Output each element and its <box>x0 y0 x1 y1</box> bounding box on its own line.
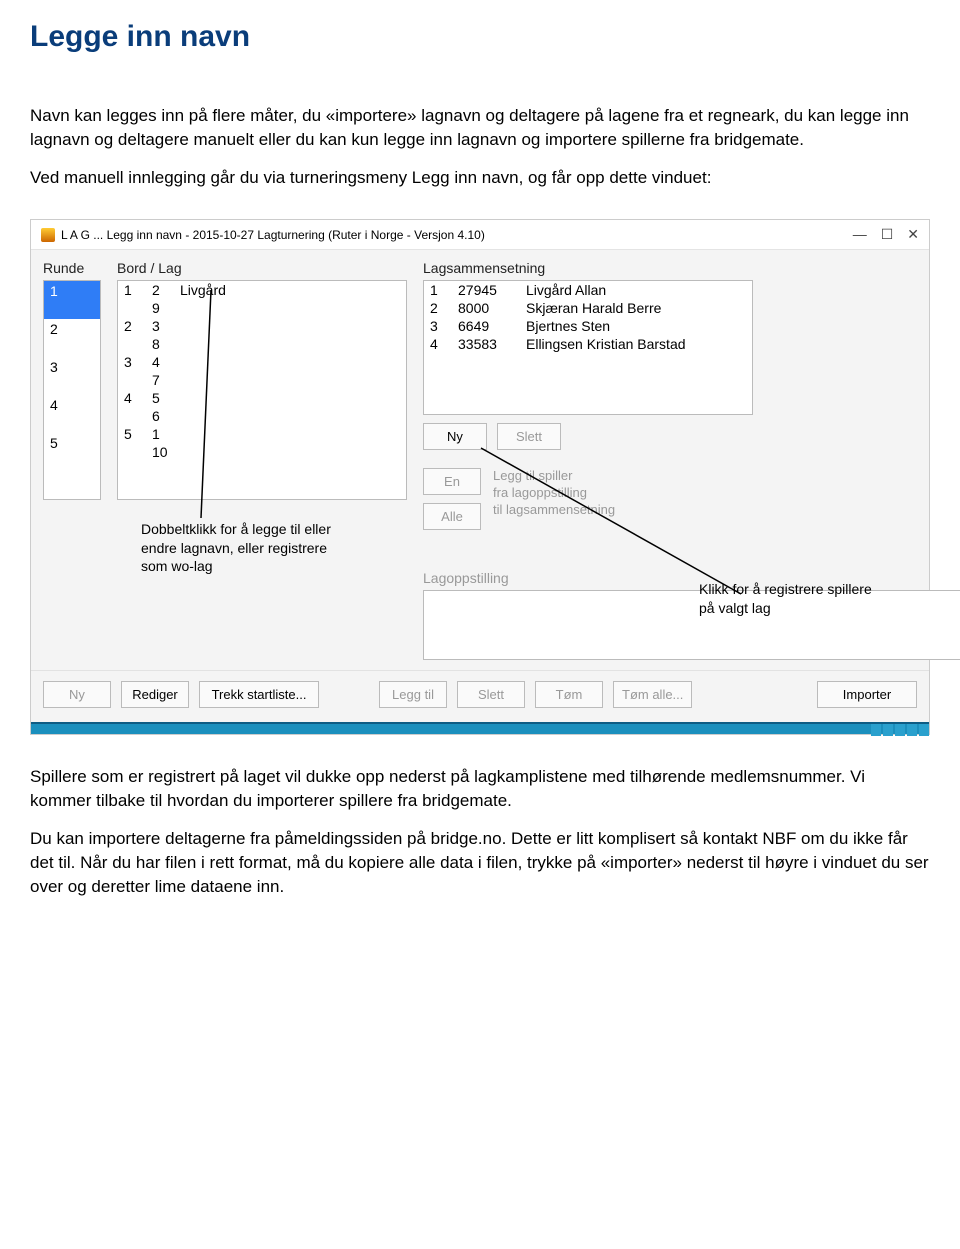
close-icon[interactable]: ✕ <box>907 226 919 243</box>
runde-row[interactable]: 3 <box>44 357 100 395</box>
bord-row[interactable]: 23 <box>118 317 406 335</box>
transfer-text: Legg til spiller fra lagoppstilling til … <box>493 468 615 519</box>
annotation-note-2: Klikk for å registrere spillere på valgt… <box>699 580 889 616</box>
bord-row[interactable]: 45 <box>118 389 406 407</box>
alle-button[interactable]: Alle <box>423 503 481 530</box>
app-window: L A G ... Legg inn navn - 2015-10-27 Lag… <box>30 219 930 735</box>
team-row[interactable]: 28000Skjæran Harald Berre <box>424 299 752 317</box>
transfer-l1: Legg til spiller <box>493 468 615 485</box>
en-button[interactable]: En <box>423 468 481 495</box>
team-row[interactable]: 127945Livgård Allan <box>424 281 752 299</box>
rediger-button[interactable]: Rediger <box>121 681 189 708</box>
runde-row[interactable]: 5 <box>44 433 100 471</box>
slett2-button[interactable]: Slett <box>457 681 525 708</box>
bord-row[interactable]: 12Livgård <box>118 281 406 299</box>
runde-row[interactable]: 2 <box>44 319 100 357</box>
runde-list[interactable]: 12345 <box>43 280 101 500</box>
tomalle-button[interactable]: Tøm alle... <box>613 681 692 708</box>
outro-p1: Spillere som er registrert på laget vil … <box>30 765 930 813</box>
bord-row[interactable]: 7 <box>118 371 406 389</box>
runde-label: Runde <box>43 260 101 276</box>
slett-button[interactable]: Slett <box>497 423 561 450</box>
team-row[interactable]: 433583Ellingsen Kristian Barstad <box>424 335 752 353</box>
trekk-button[interactable]: Trekk startliste... <box>199 681 319 708</box>
bottom-bar: Ny Rediger Trekk startliste... Legg til … <box>31 670 929 722</box>
minimize-icon[interactable]: — <box>853 226 867 243</box>
maximize-icon[interactable]: ☐ <box>881 226 894 243</box>
team-header: Lagsammensetning <box>423 260 960 276</box>
titlebar: L A G ... Legg inn navn - 2015-10-27 Lag… <box>31 220 929 250</box>
team-row[interactable]: 36649Bjertnes Sten <box>424 317 752 335</box>
window-title: L A G ... Legg inn navn - 2015-10-27 Lag… <box>61 228 485 242</box>
bord-row[interactable]: 10 <box>118 443 406 461</box>
leggtil-button[interactable]: Legg til <box>379 681 447 708</box>
outro-p2: Du kan importere deltagerne fra påmeldin… <box>30 827 930 898</box>
intro-p2: Ved manuell innlegging går du via turner… <box>30 166 930 190</box>
app-icon <box>41 228 55 242</box>
intro-p1: Navn kan legges inn på flere måter, du «… <box>30 104 930 152</box>
bord-row[interactable]: 34 <box>118 353 406 371</box>
bord-row[interactable]: 6 <box>118 407 406 425</box>
runde-row[interactable]: 1 <box>44 281 100 319</box>
bord-label: Bord / Lag <box>117 260 407 276</box>
annotation-note-1: Dobbeltklikk for å legge til eller endre… <box>141 520 351 575</box>
ny2-button[interactable]: Ny <box>43 681 111 708</box>
bord-list[interactable]: 12Livgård92383474565110 <box>117 280 407 500</box>
page-heading: Legge inn navn <box>30 20 930 54</box>
ny-button[interactable]: Ny <box>423 423 487 450</box>
tom-button[interactable]: Tøm <box>535 681 603 708</box>
importer-button[interactable]: Importer <box>817 681 917 708</box>
bord-row[interactable]: 8 <box>118 335 406 353</box>
team-list[interactable]: 127945Livgård Allan28000Skjæran Harald B… <box>423 280 753 415</box>
bord-row[interactable]: 9 <box>118 299 406 317</box>
bord-row[interactable]: 51 <box>118 425 406 443</box>
runde-row[interactable]: 4 <box>44 395 100 433</box>
bottom-strip <box>31 722 929 734</box>
transfer-l3: til lagsammensetning <box>493 502 615 519</box>
transfer-l2: fra lagoppstilling <box>493 485 615 502</box>
